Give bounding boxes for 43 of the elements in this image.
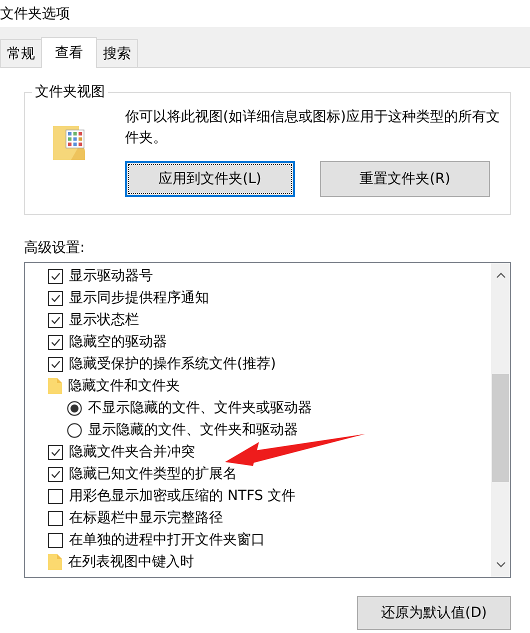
advanced-settings-label: 高级设置: <box>24 239 86 257</box>
option-label: 隐藏受保护的操作系统文件(推荐) <box>69 355 276 373</box>
folder-view-button[interactable]: 应用到文件夹(L) <box>125 161 295 197</box>
window-title: 文件夹选项 <box>0 4 70 22</box>
checkbox[interactable] <box>48 290 63 306</box>
option-label: 在单独的进程中打开文件夹窗口 <box>69 531 265 549</box>
folder-icon <box>48 378 62 394</box>
folder-icon <box>48 554 62 570</box>
option-label: 在标题栏中显示完整路径 <box>69 509 223 527</box>
checkbox[interactable] <box>48 488 63 504</box>
folder-view-button[interactable]: 重置文件夹(R) <box>320 161 490 197</box>
group-title: 文件夹视图 <box>32 83 108 101</box>
option-label: 显示状态栏 <box>69 311 139 329</box>
checkbox[interactable] <box>48 334 63 350</box>
option-label: 隐藏已知文件类型的扩展名 <box>69 465 237 483</box>
tab[interactable]: 查看 <box>41 37 97 68</box>
restore-defaults-button[interactable]: 还原为默认值(D) <box>357 596 511 630</box>
scrollbar[interactable] <box>491 263 510 577</box>
radio-button[interactable] <box>67 400 82 416</box>
scroll-down-icon[interactable] <box>496 562 506 568</box>
scroll-up-icon[interactable] <box>496 272 506 278</box>
checkbox[interactable] <box>48 444 63 460</box>
folder-icon <box>51 124 87 162</box>
option-label: 用彩色显示加密或压缩的 NTFS 文件 <box>69 487 296 505</box>
option-label: 显示同步提供程序通知 <box>69 289 209 307</box>
checkbox[interactable] <box>48 466 63 482</box>
option-group-label: 在列表视图中键入时 <box>68 553 194 571</box>
radio-button[interactable] <box>67 422 82 438</box>
option-group-label: 隐藏文件和文件夹 <box>68 377 180 395</box>
checkbox[interactable] <box>48 532 63 548</box>
option-label: 显示驱动器号 <box>69 267 153 285</box>
scrollbar-thumb[interactable] <box>492 374 509 482</box>
option-label: 隐藏空的驱动器 <box>69 333 167 351</box>
description-text: 你可以将此视图(如详细信息或图标)应用于这种类型的所有文件夹。 <box>125 108 500 148</box>
option-label: 不显示隐藏的文件、文件夹或驱动器 <box>88 399 312 417</box>
option-label: 显示隐藏的文件、文件夹和驱动器 <box>88 421 298 439</box>
checkbox[interactable] <box>48 356 63 372</box>
checkbox[interactable] <box>48 268 63 284</box>
checkbox[interactable] <box>48 510 63 526</box>
checkbox[interactable] <box>48 312 63 328</box>
tab[interactable]: 搜索 <box>96 39 138 67</box>
tab[interactable]: 常规 <box>0 39 42 67</box>
option-label: 隐藏文件夹合并冲突 <box>69 443 195 461</box>
